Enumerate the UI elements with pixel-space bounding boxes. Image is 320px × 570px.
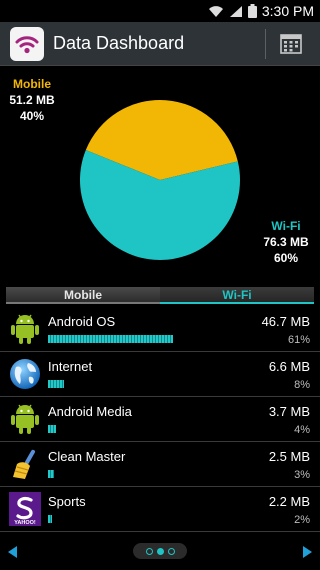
wifi-legend-size: 76.3 MB	[263, 235, 309, 249]
next-page-icon[interactable]	[302, 545, 312, 563]
app-name: Sports	[48, 494, 86, 509]
pie-chart[interactable]	[78, 98, 242, 262]
usage-bar-fill	[48, 425, 57, 433]
mobile-legend-percent: 40%	[19, 109, 45, 123]
mobile-legend-size: 51.2 MB	[9, 93, 55, 107]
page-dot[interactable]	[167, 547, 175, 555]
usage-chart: Mobile 51.2 MB 40% Wi-Fi 76.3 MB 60%	[0, 66, 320, 284]
app-name: Clean Master	[48, 449, 126, 464]
list-item[interactable]: Clean Master 2.5 MB 3%	[0, 442, 320, 487]
android-icon	[9, 312, 41, 346]
calendar-icon[interactable]	[280, 32, 304, 56]
mobile-legend-label: Mobile	[13, 77, 51, 91]
app-usage-list: Android OS 46.7 MB 61% Internet 6.6 MB 8…	[0, 307, 320, 532]
list-item[interactable]: Android OS 46.7 MB 61%	[0, 307, 320, 352]
app-percent: 4%	[294, 424, 310, 436]
list-item[interactable]: Internet 6.6 MB 8%	[0, 352, 320, 397]
wifi-signal-icon	[208, 5, 224, 18]
page-indicator	[133, 543, 187, 559]
previous-page-icon[interactable]	[8, 545, 18, 563]
tab-mobile[interactable]: Mobile	[6, 287, 160, 304]
usage-bar	[48, 515, 253, 523]
app-name: Android OS	[48, 314, 116, 329]
wifi-legend: Wi-Fi 76.3 MB 60%	[258, 218, 314, 266]
usage-bar	[48, 425, 253, 433]
status-bar: 3:30 PM	[0, 0, 320, 22]
app-logo-icon[interactable]	[10, 26, 44, 61]
app-size: 2.5 MB	[268, 449, 310, 464]
list-item[interactable]: Android Media 3.7 MB 4%	[0, 397, 320, 442]
page-dot[interactable]	[145, 547, 153, 555]
bottom-pager	[0, 540, 320, 562]
globe-icon	[9, 357, 41, 391]
usage-bar-fill	[48, 515, 53, 523]
app-size: 2.2 MB	[268, 494, 310, 509]
usage-bar-fill	[48, 380, 65, 388]
usage-bar-fill	[48, 470, 55, 478]
app-size: 3.7 MB	[268, 404, 310, 419]
battery-icon	[247, 4, 257, 18]
android-icon	[9, 402, 41, 436]
usage-bar	[48, 470, 253, 478]
app-size: 6.6 MB	[268, 359, 310, 374]
list-item[interactable]: YAHOO! Sports 2.2 MB 2%	[0, 487, 320, 532]
app-percent: 61%	[287, 334, 310, 346]
usage-bar-fill	[48, 335, 174, 343]
app-percent: 8%	[294, 379, 310, 391]
network-tabs: Mobile Wi-Fi	[6, 287, 314, 304]
yahoo-sports-icon: YAHOO!	[9, 492, 41, 526]
page-title: Data Dashboard	[53, 33, 185, 53]
tab-wifi[interactable]: Wi-Fi	[160, 287, 314, 304]
app-percent: 3%	[294, 469, 310, 481]
app-name: Internet	[48, 359, 93, 374]
usage-bar	[48, 380, 253, 388]
page-dot-current[interactable]	[156, 547, 164, 555]
wifi-legend-label: Wi-Fi	[271, 219, 301, 233]
cell-signal-icon	[229, 5, 243, 18]
mobile-legend: Mobile 51.2 MB 40%	[8, 76, 56, 124]
usage-bar	[48, 335, 253, 343]
app-percent: 2%	[294, 514, 310, 526]
yahoo-logo-text: YAHOO!	[14, 520, 36, 526]
broom-icon	[9, 447, 41, 481]
app-name: Android Media	[48, 404, 132, 419]
wifi-legend-percent: 60%	[273, 251, 299, 265]
app-size: 46.7 MB	[261, 314, 310, 329]
clock: 3:30 PM	[261, 3, 314, 19]
action-bar: Data Dashboard	[0, 22, 320, 66]
action-bar-divider	[265, 28, 266, 59]
